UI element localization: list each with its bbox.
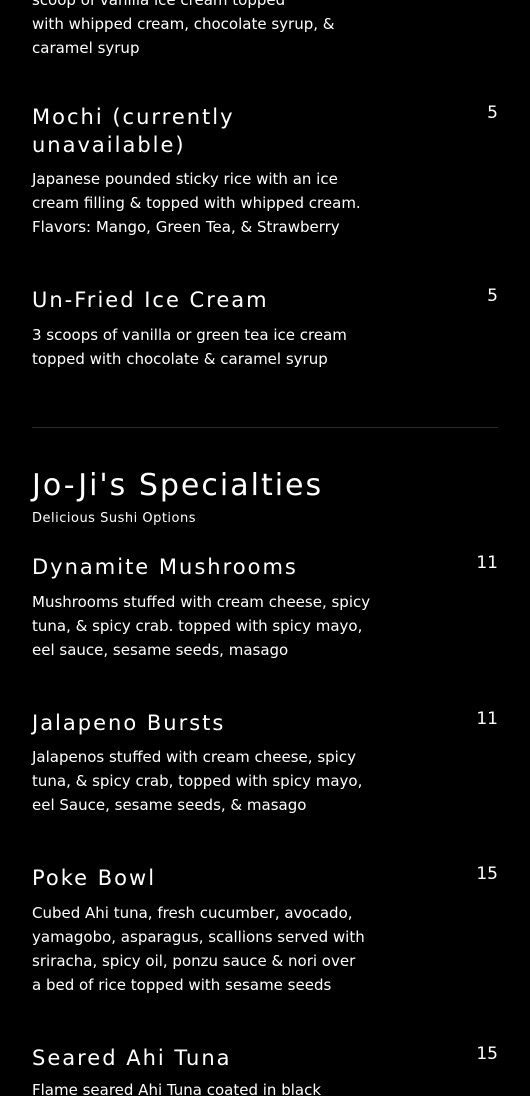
menu-item-price: 15 (476, 864, 498, 884)
menu-item-price: 11 (476, 709, 498, 729)
previous-item-description-line: scoop of vanilla ice cream topped (32, 0, 286, 9)
menu-item-name: Seared Ahi Tuna (32, 1046, 232, 1070)
menu-item-price: 5 (487, 103, 498, 123)
menu-item-name: Poke Bowl (32, 866, 157, 890)
previous-item-description-line: with whipped cream, chocolate syrup, & (32, 15, 335, 33)
menu-item-description: Japanese pounded sticky rice with an ice… (32, 170, 361, 236)
menu-item-description: 3 scoops of vanilla or green tea ice cre… (32, 326, 347, 368)
menu-item-name: Mochi (currently unavailable) (32, 105, 235, 157)
menu-item-description: Jalapenos stuffed with cream cheese, spi… (32, 748, 363, 814)
menu-item-price: 15 (476, 1044, 498, 1064)
menu-item-name: Un-Fried Ice Cream (32, 288, 269, 312)
menu-page: scoop of vanilla ice cream topped with w… (0, 0, 530, 1096)
menu-item-description: Mushrooms stuffed with cream cheese, spi… (32, 593, 371, 659)
section-divider (32, 427, 498, 428)
section-title: Jo-Ji's Specialties (32, 468, 324, 503)
menu-item-name: Dynamite Mushrooms (32, 555, 298, 579)
menu-item-name: Jalapeno Bursts (32, 711, 226, 735)
previous-item-description: scoop of vanilla ice cream topped with w… (32, 0, 392, 60)
menu-item-price: 5 (487, 286, 498, 306)
menu-item-description: Cubed Ahi tuna, fresh cucumber, avocado,… (32, 904, 365, 994)
previous-item-description-line: caramel syrup (32, 39, 140, 57)
menu-item-price: 11 (476, 553, 498, 573)
section-subtitle: Delicious Sushi Options (32, 511, 196, 526)
menu-item-description: Flame seared Ahi Tuna coated in black (32, 1081, 322, 1096)
